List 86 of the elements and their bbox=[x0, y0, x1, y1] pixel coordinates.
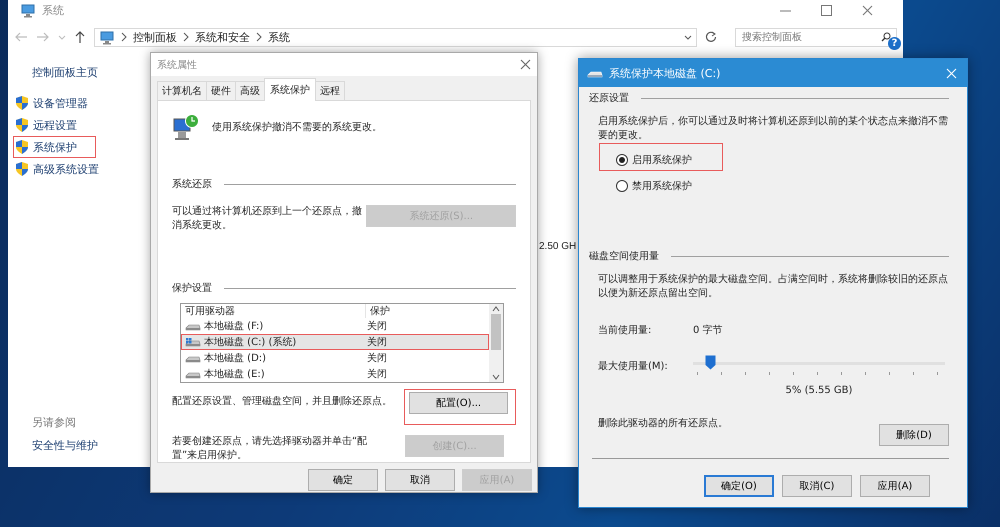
description-text: 启用系统保护后，你可以通过及时将计算机还原到以前的某个状态点来撤消不需要的更改。 bbox=[598, 115, 949, 143]
section-heading: 磁盘空间使用量 bbox=[589, 250, 659, 263]
radio-option[interactable]: 启用系统保护 bbox=[616, 153, 692, 167]
button[interactable]: 应用(A) bbox=[860, 475, 930, 497]
button[interactable]: 取消 bbox=[385, 469, 455, 491]
description-text: 若要创建还原点，请先选择驱动器并单击“配置”来启用保护。 bbox=[172, 435, 368, 463]
chevron-icon bbox=[121, 32, 127, 42]
drive-icon bbox=[185, 322, 201, 330]
section-heading: 另请参阅 bbox=[32, 415, 76, 430]
scroll-up-icon[interactable] bbox=[492, 304, 500, 314]
section-heading: 系统还原 bbox=[172, 178, 212, 191]
shield-icon bbox=[15, 117, 29, 133]
sidebar-item[interactable]: 远程设置 bbox=[14, 115, 95, 135]
system-drive-icon bbox=[185, 338, 201, 346]
chevron-icon bbox=[256, 32, 262, 42]
drive-icon bbox=[587, 68, 603, 78]
slider-thumb[interactable] bbox=[705, 355, 716, 370]
close-icon[interactable] bbox=[520, 59, 531, 70]
processor-speed: 2.50 GH bbox=[539, 241, 576, 252]
intro-text: 使用系统保护撤消不需要的系统更改。 bbox=[212, 120, 382, 134]
table-row[interactable]: 本地磁盘 (F:) 关闭 bbox=[182, 319, 488, 333]
table-cell-text: 关闭 bbox=[366, 320, 387, 333]
sidebar-link[interactable]: 控制面板主页 bbox=[32, 65, 98, 80]
scroll-down-icon[interactable] bbox=[492, 372, 500, 382]
address-bar[interactable]: 控制面板 系统和安全 系统 bbox=[94, 28, 697, 46]
button[interactable]: 取消(C) bbox=[782, 475, 852, 497]
sidebar-item[interactable]: 高级系统设置 bbox=[14, 159, 117, 179]
search-icon bbox=[881, 32, 891, 42]
tab[interactable]: 系统保护 bbox=[264, 78, 316, 101]
shield-icon bbox=[15, 95, 29, 111]
dialog-title: 系统保护本地磁盘 (C:) bbox=[609, 66, 720, 80]
description-text: 删除此驱动器的所有还原点。 bbox=[598, 416, 728, 430]
button[interactable]: 配置(O)... bbox=[409, 392, 508, 414]
button[interactable]: 确定 bbox=[308, 469, 378, 491]
field-label: 当前使用量: bbox=[598, 324, 652, 337]
table-row[interactable]: 本地磁盘 (C:) (系统) 关闭 bbox=[182, 335, 488, 349]
table-cell-text: 关闭 bbox=[366, 336, 387, 349]
refresh-icon[interactable] bbox=[705, 31, 717, 43]
computer-icon bbox=[20, 2, 36, 18]
window-title: 系统 bbox=[42, 2, 64, 18]
current-usage-value: 0 字节 bbox=[693, 324, 723, 337]
radio-option[interactable]: 禁用系统保护 bbox=[616, 179, 692, 193]
computer-icon bbox=[99, 29, 115, 45]
radio-selected-icon bbox=[616, 154, 628, 166]
description-text: 配置还原设置、管理磁盘空间，并且删除还原点。 bbox=[172, 395, 392, 409]
table-cell-text: 本地磁盘 (C:) (系统) bbox=[204, 336, 296, 349]
table-cell-text: 本地磁盘 (F:) bbox=[204, 320, 264, 333]
computer-clock-icon bbox=[172, 113, 200, 141]
breadcrumb-item[interactable]: 系统和安全 bbox=[195, 30, 250, 44]
sidebar-link[interactable]: 安全性与维护 bbox=[32, 438, 98, 453]
help-icon[interactable]: ? bbox=[888, 37, 901, 50]
shield-icon bbox=[15, 161, 29, 177]
description-text: 可以通过将计算机还原到上一个还原点，撤消系统更改。 bbox=[172, 205, 363, 233]
column-header[interactable]: 可用驱动器 bbox=[181, 304, 366, 318]
breadcrumb-item[interactable]: 系统 bbox=[268, 30, 290, 44]
max-usage-value: 5% (5.55 GB) bbox=[784, 385, 854, 396]
table-cell-text: 关闭 bbox=[366, 352, 387, 365]
tab[interactable]: 计算机名 bbox=[157, 81, 207, 100]
button[interactable]: 确定(O) bbox=[704, 475, 774, 497]
description-text: 可以调整用于系统保护的最大磁盘空间。占满空间时，系统将删除较旧的还原点以便为新还原点留出空间。 bbox=[598, 273, 949, 301]
dialog-title: 系统属性 bbox=[157, 58, 197, 72]
field-label: 最大使用量(M): bbox=[598, 360, 669, 373]
table-cell-text: 本地磁盘 (D:) bbox=[204, 352, 266, 365]
drive-icon bbox=[185, 370, 201, 378]
radio-icon bbox=[616, 180, 628, 192]
up-arrow-icon[interactable] bbox=[74, 30, 86, 44]
maximize-icon[interactable] bbox=[821, 4, 832, 16]
table-row[interactable]: 本地磁盘 (E:) 关闭 bbox=[182, 367, 488, 381]
breadcrumb-item[interactable]: 控制面板 bbox=[133, 30, 177, 44]
drive-icon bbox=[185, 354, 201, 362]
chevron-icon bbox=[183, 32, 189, 42]
button[interactable]: 删除(D) bbox=[879, 424, 949, 446]
table-row[interactable]: 本地磁盘 (D:) 关闭 bbox=[182, 351, 488, 365]
sidebar-item[interactable]: 设备管理器 bbox=[14, 93, 106, 113]
table-cell-text: 本地磁盘 (E:) bbox=[204, 368, 265, 381]
tab[interactable]: 远程 bbox=[315, 81, 345, 100]
scrollbar-thumb[interactable] bbox=[491, 314, 501, 350]
section-heading: 保护设置 bbox=[172, 282, 212, 295]
table-cell-text: 关闭 bbox=[366, 368, 387, 381]
column-header[interactable]: 保护 bbox=[366, 304, 390, 318]
drive-list[interactable]: 可用驱动器 保护 本地磁盘 (F:) 关闭 本地磁盘 (C:) (系统) 关闭 本地磁盘 (D:) 关闭 本地磁盘 (E:) 关闭 bbox=[180, 303, 504, 383]
max-usage-slider[interactable] bbox=[693, 355, 945, 377]
shield-icon bbox=[15, 139, 29, 155]
sidebar-item[interactable]: 系统保护 bbox=[14, 137, 95, 157]
section-heading: 还原设置 bbox=[589, 92, 629, 105]
close-icon[interactable] bbox=[862, 4, 873, 16]
